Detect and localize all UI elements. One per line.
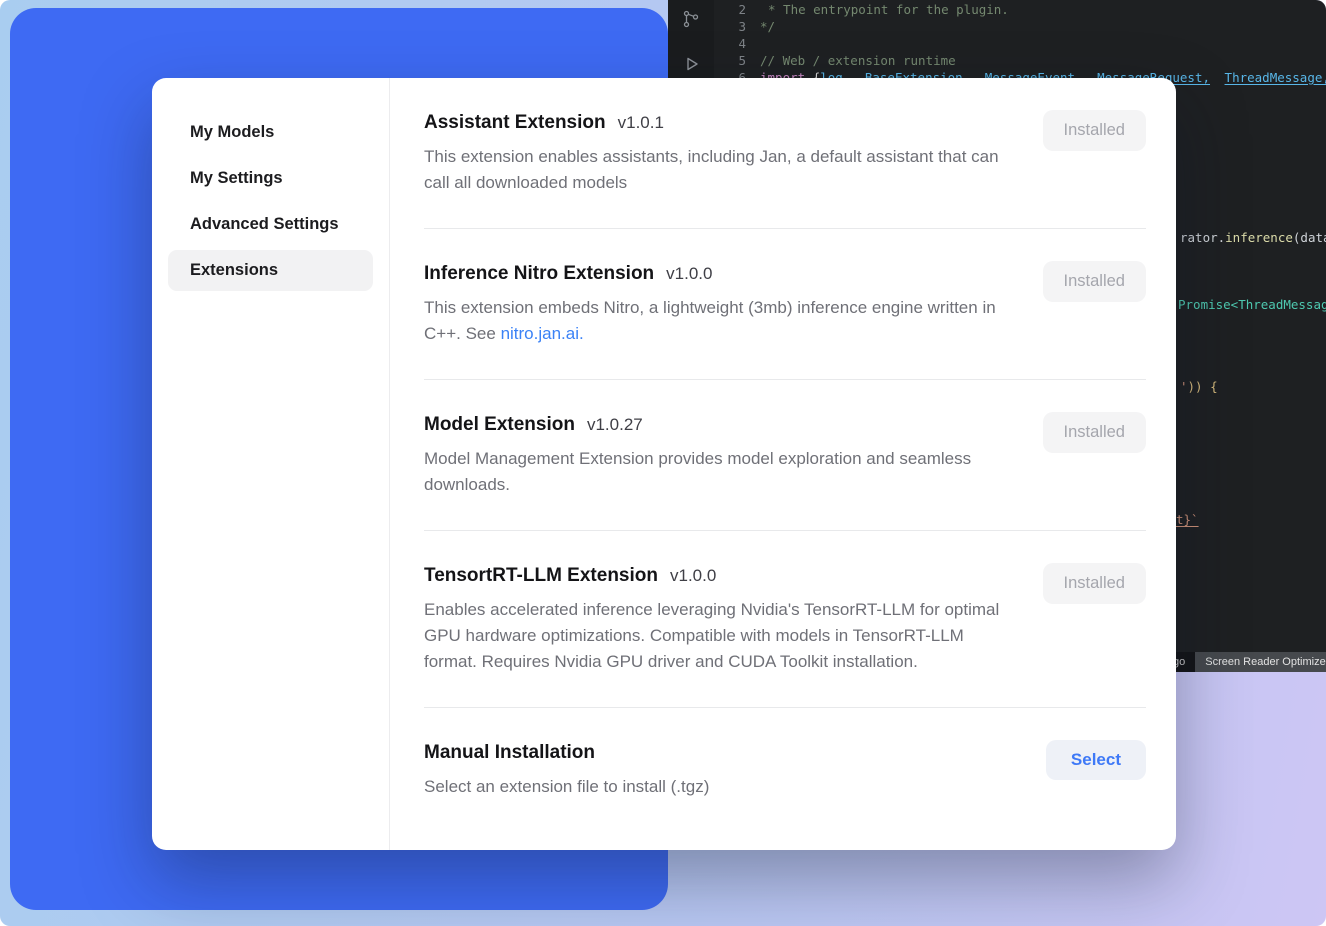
extensions-panel: Assistant Extension v1.0.1 This extensio…	[390, 78, 1176, 850]
extension-info: Inference Nitro Extension v1.0.0 This ex…	[424, 261, 1004, 347]
extension-row-assistant: Assistant Extension v1.0.1 This extensio…	[424, 78, 1146, 229]
manual-installation-description: Select an extension file to install (.tg…	[424, 774, 709, 800]
extension-title: Assistant Extension	[424, 110, 606, 136]
installed-button[interactable]: Installed	[1043, 261, 1146, 302]
code-token: )) {	[1188, 379, 1218, 394]
sidebar-item-advanced-settings[interactable]: Advanced Settings	[168, 204, 373, 245]
installed-button[interactable]: Installed	[1043, 563, 1146, 604]
code-fragment: ')) {	[1180, 378, 1218, 395]
extension-title: Inference Nitro Extension	[424, 261, 654, 287]
code-fragment: t}`	[1176, 511, 1199, 528]
run-debug-icon[interactable]	[681, 54, 701, 74]
extension-version: v1.0.27	[587, 415, 643, 435]
extension-version: v1.0.0	[666, 264, 712, 284]
extension-description: Model Management Extension provides mode…	[424, 446, 1004, 498]
screenshot-root: 2 3 4 5 6 * The entrypoint for the plugi…	[0, 0, 1326, 926]
installed-button[interactable]: Installed	[1043, 110, 1146, 151]
code-token: '	[1180, 379, 1188, 394]
line-number: 2	[722, 1, 746, 18]
nitro-jan-ai-link[interactable]: nitro.jan.ai.	[501, 324, 584, 343]
code-token: // Web / extension runtime	[760, 53, 956, 68]
settings-sidebar: My Models My Settings Advanced Settings …	[152, 78, 390, 850]
code-token: */	[760, 19, 775, 34]
settings-modal: My Models My Settings Advanced Settings …	[152, 78, 1176, 850]
code-token: Promise<ThreadMessage>	[1178, 297, 1326, 312]
select-file-button[interactable]: Select	[1046, 740, 1146, 780]
extension-description: This extension embeds Nitro, a lightweig…	[424, 295, 1004, 347]
line-number: 5	[722, 52, 746, 69]
installed-button[interactable]: Installed	[1043, 412, 1146, 453]
extension-title: TensortRT-LLM Extension	[424, 563, 658, 589]
code-fragment: Promise<ThreadMessage>	[1178, 296, 1326, 313]
code-token: (data));	[1293, 230, 1326, 245]
extension-row-tensorrt-llm: TensortRT-LLM Extension v1.0.0 Enables a…	[424, 531, 1146, 708]
code-token: * The entrypoint for the plugin.	[768, 2, 1009, 17]
sidebar-item-my-settings[interactable]: My Settings	[168, 158, 373, 199]
sidebar-item-my-models[interactable]: My Models	[168, 112, 373, 153]
code-token: t}`	[1176, 512, 1199, 527]
code-fragment: rator.inference(data));	[1180, 229, 1326, 246]
code-token: inference	[1225, 230, 1293, 245]
extension-description: This extension enables assistants, inclu…	[424, 144, 1004, 196]
extension-row-inference-nitro: Inference Nitro Extension v1.0.0 This ex…	[424, 229, 1146, 380]
code-token: ThreadMessage,	[1225, 70, 1326, 85]
extension-info: TensortRT-LLM Extension v1.0.0 Enables a…	[424, 563, 1004, 675]
editor-gutter: 2 3 4 5 6	[722, 1, 746, 86]
code-line	[760, 35, 1326, 52]
code-line: * The entrypoint for the plugin.	[760, 1, 1326, 18]
extension-row-model: Model Extension v1.0.27 Model Management…	[424, 380, 1146, 531]
editor-code: * The entrypoint for the plugin. */ // W…	[760, 1, 1326, 86]
line-number: 3	[722, 18, 746, 35]
extension-info: Model Extension v1.0.27 Model Management…	[424, 412, 1004, 498]
manual-installation-title: Manual Installation	[424, 740, 595, 766]
extension-title: Model Extension	[424, 412, 575, 438]
extension-version: v1.0.0	[670, 566, 716, 586]
code-line: // Web / extension runtime	[760, 52, 1326, 69]
screen-reader-badge[interactable]: Screen Reader Optimize	[1195, 652, 1326, 672]
extension-info: Assistant Extension v1.0.1 This extensio…	[424, 110, 1004, 196]
manual-installation-row: Manual Installation Select an extension …	[424, 708, 1146, 832]
extension-info: Manual Installation Select an extension …	[424, 740, 709, 800]
sidebar-item-extensions[interactable]: Extensions	[168, 250, 373, 291]
line-number: 4	[722, 35, 746, 52]
code-token: rator.	[1180, 230, 1225, 245]
code-line: */	[760, 18, 1326, 35]
extension-version: v1.0.1	[618, 113, 664, 133]
source-control-icon[interactable]	[681, 9, 701, 29]
extension-description: Enables accelerated inference leveraging…	[424, 597, 1004, 675]
